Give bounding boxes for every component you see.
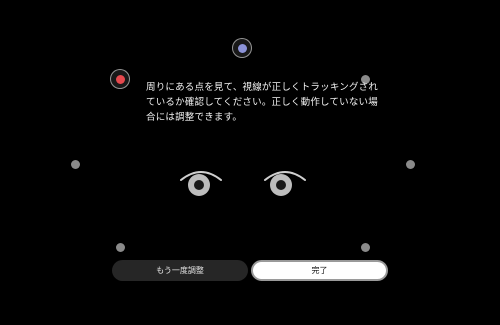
- calibration-point-middle-right: [406, 160, 415, 169]
- calibration-point-bottom-right: [361, 243, 370, 252]
- right-eye-icon: [262, 166, 308, 202]
- calibration-point-top-center: [232, 38, 252, 58]
- done-button[interactable]: 完了: [251, 260, 388, 281]
- calibration-point-bottom-left: [116, 243, 125, 252]
- calibration-point-middle-left: [71, 160, 80, 169]
- instruction-text: 周りにある点を見て、視線が正しくトラッキングされているか確認してください。正しく…: [146, 82, 379, 123]
- left-eye-icon: [178, 166, 224, 202]
- calibration-point-top-left: [110, 69, 130, 89]
- readjust-button[interactable]: もう一度調整: [112, 260, 248, 281]
